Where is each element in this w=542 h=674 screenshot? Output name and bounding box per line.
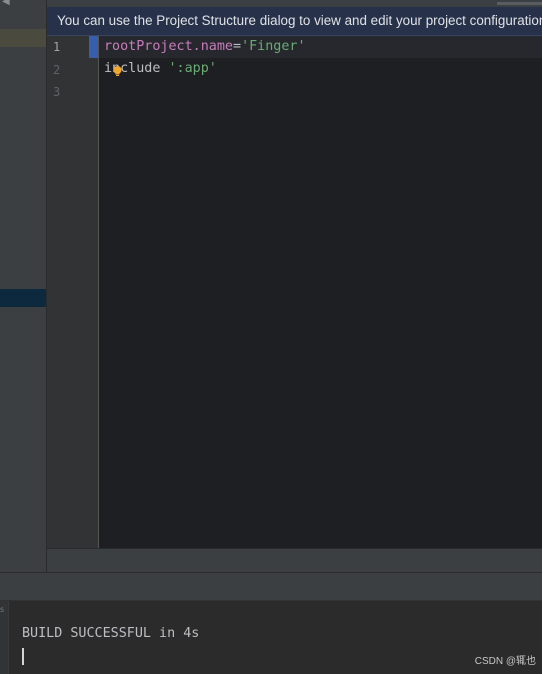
banner-text: You can use the Project Structure dialog… xyxy=(57,13,542,28)
line-number-1: 1 xyxy=(53,40,61,54)
root-project-name-token: rootProject.name xyxy=(104,39,233,54)
project-panel[interactable]: ◀ xyxy=(0,0,47,572)
csdn-watermark: CSDN @辄也 xyxy=(474,656,536,667)
lightbulb-icon[interactable] xyxy=(113,66,122,76)
editor-scroll-area[interactable] xyxy=(47,548,542,573)
ide-window: ◀ You can use the Project Structure dial… xyxy=(0,0,542,674)
project-structure-banner[interactable]: You can use the Project Structure dialog… xyxy=(47,7,542,36)
console-text-cursor xyxy=(22,648,24,665)
line-number-3: 3 xyxy=(53,85,61,99)
editor-tab-strip[interactable] xyxy=(47,0,542,7)
vcs-change-marker[interactable] xyxy=(89,36,98,58)
project-tree-row-highlight[interactable] xyxy=(0,29,46,47)
collapse-arrow-icon[interactable]: ◀ xyxy=(2,0,10,7)
editor-gutter[interactable]: 1 2 3 xyxy=(47,36,99,548)
build-console[interactable]: s BUILD SUCCESSFUL in 4s CSDN @辄也 xyxy=(0,600,542,674)
project-name-string: 'Finger' xyxy=(241,39,306,54)
build-result-text: BUILD SUCCESSFUL in 4s xyxy=(22,626,200,641)
line-number-2: 2 xyxy=(53,63,61,77)
project-tree-row-selected[interactable] xyxy=(0,289,46,307)
build-tool-window-header[interactable] xyxy=(0,572,542,601)
active-tab-indicator xyxy=(497,2,542,5)
sidebar-label-fragment: s xyxy=(0,605,5,614)
tool-window-sidebar[interactable]: s xyxy=(0,601,9,674)
assign-operator: = xyxy=(233,39,242,54)
app-module-string: ':app' xyxy=(168,61,217,76)
code-line-1[interactable]: rootProject.name='Finger' xyxy=(104,39,306,54)
code-editor[interactable]: rootProject.name='Finger' include ':app' xyxy=(99,36,542,548)
